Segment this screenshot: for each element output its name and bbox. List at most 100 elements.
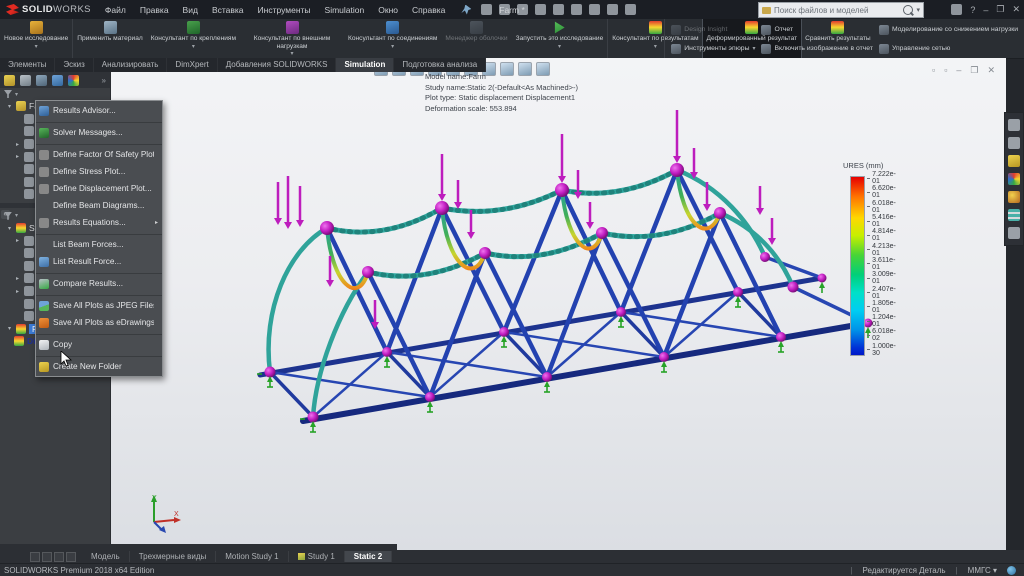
dimxpertmanager-tab-icon[interactable] — [52, 75, 63, 86]
home-icon[interactable] — [481, 4, 492, 15]
context-menu-item[interactable]: Solver Messages... — [36, 122, 162, 141]
ribbon-tab[interactable]: Simulation — [336, 58, 394, 72]
context-menu-item[interactable]: List Result Force... — [36, 253, 162, 270]
toolbar-button[interactable]: Запустить это исследование — [512, 19, 608, 58]
doc-tab[interactable]: Трехмерные виды — [130, 551, 217, 562]
undo-icon[interactable] — [571, 4, 582, 15]
ribbon-tab[interactable]: Эскиз — [55, 58, 93, 72]
legend-tick — [867, 335, 870, 336]
toolbar-button-label: Запустить это исследование — [516, 35, 604, 43]
toolbar-button[interactable]: Менеджер оболочки — [441, 19, 511, 58]
menu-item[interactable]: Правка — [134, 3, 175, 17]
appearances-icon[interactable] — [1008, 191, 1020, 203]
menu-item[interactable]: Инструменты — [252, 3, 317, 17]
context-menu-item[interactable]: Copy — [36, 334, 162, 353]
model-viewport[interactable]: ▫ ▫ – ❐ ✕ Model name:FarmStudy name:Stat… — [110, 58, 1006, 550]
custom-properties-icon[interactable] — [1008, 209, 1020, 221]
legend-value-row: 5.416e-01 — [867, 214, 897, 228]
filter-caret-icon[interactable]: ▾ — [15, 91, 18, 98]
search-box[interactable]: Поиск файлов и моделей ▾ — [758, 2, 924, 18]
legend-value: 1.805e-01 — [872, 300, 897, 314]
save-icon[interactable] — [535, 4, 546, 15]
search-input[interactable]: Поиск файлов и моделей — [774, 6, 900, 15]
forum-icon[interactable] — [1008, 227, 1020, 239]
help-button[interactable]: ? — [970, 5, 975, 15]
legend-tick — [867, 221, 870, 222]
tab-scroll-buttons[interactable] — [0, 552, 82, 562]
context-menu-item[interactable]: Results Equations... ▸ — [36, 214, 162, 231]
propertymanager-tab-icon[interactable] — [20, 75, 31, 86]
close-button[interactable]: ✕ — [1012, 4, 1020, 15]
menu-item[interactable]: Вид — [177, 3, 204, 17]
featuremanager-tab-icon[interactable] — [4, 75, 15, 86]
ribbon-tab[interactable]: Элементы — [0, 58, 55, 72]
resources-icon[interactable] — [1008, 119, 1020, 131]
file-explorer-icon[interactable] — [1008, 155, 1020, 167]
legend-tick — [867, 321, 870, 322]
menu-item[interactable]: Файл — [99, 3, 132, 17]
context-menu-item[interactable]: Define Beam Diagrams... — [36, 197, 162, 214]
units-selector[interactable]: ММГС ▾ — [968, 566, 997, 575]
rebuild-icon[interactable] — [607, 4, 618, 15]
search-caret-icon[interactable]: ▾ — [916, 6, 920, 14]
toolbar-small-button[interactable]: Инструменты эпюры — [671, 40, 755, 57]
context-menu-item[interactable]: Create New Folder — [36, 356, 162, 375]
pin-icon[interactable] — [461, 5, 471, 15]
menu-item[interactable]: Simulation — [319, 3, 371, 17]
toolbar-small-button[interactable]: Моделирование со снижением нагрузки — [879, 21, 1018, 38]
toolbar-small-button[interactable]: Отчет — [761, 21, 872, 38]
language-globe-icon[interactable] — [1007, 566, 1016, 575]
legend-tick — [867, 249, 870, 250]
toolbar-button[interactable]: Применить материал — [72, 19, 146, 58]
toolbar-button[interactable]: Консультант по внешним нагрузкам — [240, 19, 344, 58]
context-menu-item[interactable]: Save All Plots as eDrawings — [36, 314, 162, 331]
menu-item-icon — [39, 362, 49, 372]
doc-tab[interactable]: Motion Study 1 — [216, 551, 288, 562]
panel-expand-chevron-icon[interactable]: » — [102, 76, 106, 85]
context-menu-item[interactable]: Define Stress Plot... — [36, 163, 162, 180]
print-icon[interactable] — [553, 4, 564, 15]
filter-funnel-icon[interactable] — [4, 90, 12, 98]
context-menu-item[interactable]: List Beam Forces... — [36, 234, 162, 253]
design-library-icon[interactable] — [1008, 137, 1020, 149]
context-menu-item[interactable]: Save All Plots as JPEG Files — [36, 295, 162, 314]
ribbon-tab[interactable]: Подготовка анализа — [394, 58, 486, 72]
configurationmanager-tab-icon[interactable] — [36, 75, 47, 86]
context-menu-item[interactable]: Results Advisor... — [36, 102, 162, 119]
legend-value-row: 1.204e-01 — [867, 314, 897, 328]
options-gear-icon[interactable] — [625, 4, 636, 15]
ribbon-tab[interactable]: Добавления SOLIDWORKS — [218, 58, 337, 72]
legend-value-row: 3.611e-01 — [867, 257, 897, 271]
study-filter-caret-icon[interactable]: ▾ — [15, 212, 18, 219]
menu-item[interactable]: Окно — [372, 3, 404, 17]
open-icon[interactable] — [517, 4, 528, 15]
doc-tab[interactable]: Static 2 — [345, 551, 392, 562]
toolbar-button[interactable]: Консультант по соединениям — [344, 19, 441, 58]
toolbar-small-button[interactable]: Управление сетью — [879, 40, 1018, 57]
context-menu-item[interactable]: Compare Results... — [36, 273, 162, 292]
ribbon-tab[interactable]: DimXpert — [167, 58, 217, 72]
ribbon-tab[interactable]: Анализировать — [94, 58, 168, 72]
restore-button[interactable]: ❐ — [996, 4, 1004, 15]
doc-tab[interactable]: Study 1 — [289, 551, 345, 562]
toolbar-small-label: Моделирование со снижением нагрузки — [892, 26, 1018, 33]
doc-tab[interactable]: Модель — [82, 551, 130, 562]
legend-tick — [867, 206, 870, 207]
legend-value-row: 6.018e-02 — [867, 328, 897, 342]
toolbar-small-button[interactable]: Design Insight — [671, 21, 755, 38]
minimize-button[interactable]: – — [983, 5, 988, 15]
menu-item[interactable]: Вставка — [206, 3, 250, 17]
displaymanager-tab-icon[interactable] — [68, 75, 79, 86]
context-menu-item[interactable]: Define Factor Of Safety Plot... — [36, 144, 162, 163]
new-document-icon[interactable] — [499, 4, 510, 15]
toolbar-button-label: Менеджер оболочки — [445, 35, 507, 43]
toolbar-button[interactable]: Консультант по креплениям — [147, 19, 240, 58]
context-menu-item[interactable]: Define Displacement Plot... — [36, 180, 162, 197]
search-icon[interactable] — [903, 5, 913, 15]
select-arrow-icon[interactable] — [589, 4, 600, 15]
user-login-icon[interactable] — [951, 4, 962, 15]
view-palette-icon[interactable] — [1008, 173, 1020, 185]
menu-item[interactable]: Справка — [406, 3, 451, 17]
toolbar-button[interactable]: Новое исследование — [0, 19, 72, 58]
toolbar-small-button[interactable]: Включить изображение в отчет — [761, 40, 872, 57]
